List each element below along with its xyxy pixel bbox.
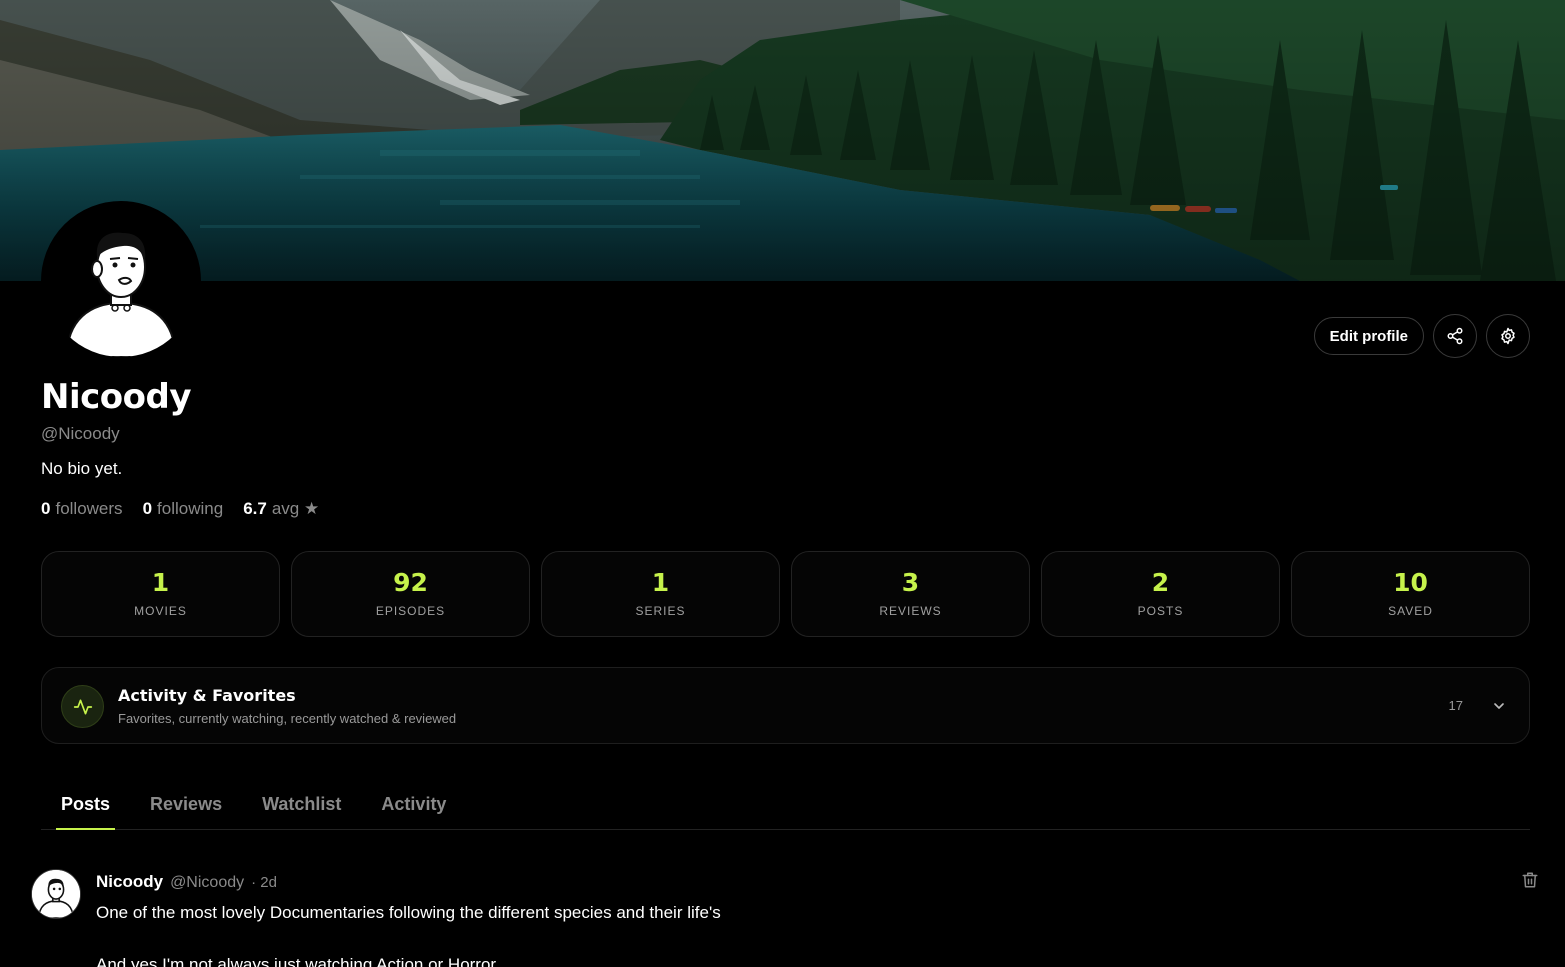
avg-rating-label: avg ★	[271, 499, 320, 518]
stat-card-movies[interactable]: 1 MOVIES	[41, 551, 280, 637]
avg-rating: 6.7 avg ★	[243, 499, 319, 519]
profile-name: Nicoody	[41, 377, 191, 417]
profile-banner	[0, 0, 1565, 281]
profile-tabs: Posts Reviews Watchlist Activity	[41, 780, 1530, 830]
stat-value: 1	[651, 568, 670, 597]
post-author-handle[interactable]: @Nicoody	[170, 874, 244, 892]
stat-label: EPISODES	[375, 604, 446, 618]
stat-card-reviews[interactable]: 3 REVIEWS	[791, 551, 1030, 637]
stat-card-posts[interactable]: 2 POSTS	[1041, 551, 1280, 637]
tab-watchlist[interactable]: Watchlist	[242, 780, 361, 829]
edit-profile-button[interactable]: Edit profile	[1313, 317, 1424, 355]
profile-avatar	[41, 201, 201, 361]
stat-card-series[interactable]: 1 SERIES	[541, 551, 780, 637]
followers-count: 0	[41, 499, 51, 518]
stat-label: SAVED	[1388, 604, 1433, 618]
followers-label: followers	[55, 499, 123, 518]
stat-value: 3	[901, 568, 920, 597]
stat-label: SERIES	[635, 604, 686, 618]
stat-value: 2	[1151, 568, 1170, 597]
activity-count: 17	[1448, 698, 1463, 713]
stat-value: 10	[1393, 568, 1428, 597]
stat-value: 92	[393, 568, 428, 597]
activity-favorites-panel[interactable]: Activity & Favorites Favorites, currentl…	[41, 667, 1530, 744]
stat-label: REVIEWS	[879, 604, 942, 618]
profile-bio: No bio yet.	[41, 459, 123, 478]
tab-reviews[interactable]: Reviews	[130, 780, 242, 829]
stat-label: POSTS	[1137, 604, 1184, 618]
stat-card-episodes[interactable]: 92 EPISODES	[291, 551, 530, 637]
stats-cards: 1 MOVIES 92 EPISODES 1 SERIES 3 REVIEWS …	[41, 551, 1530, 637]
chevron-down-icon[interactable]	[1491, 698, 1507, 719]
gear-icon	[1501, 327, 1515, 345]
stat-label: MOVIES	[134, 604, 187, 618]
stat-value: 1	[151, 568, 170, 597]
tab-posts[interactable]: Posts	[41, 780, 130, 830]
delete-post-button[interactable]	[1521, 870, 1539, 895]
profile-actions: Edit profile	[1313, 314, 1530, 358]
activity-pulse-icon	[61, 685, 104, 728]
tab-activity[interactable]: Activity	[361, 780, 466, 829]
followers-link[interactable]: 0 followers	[41, 499, 123, 519]
following-count: 0	[142, 499, 153, 518]
post-author-name[interactable]: Nicoody	[96, 872, 163, 892]
post-body-line-2: And yes I'm not always just watching Act…	[96, 955, 497, 967]
settings-button[interactable]	[1486, 314, 1530, 358]
activity-subtitle: Favorites, currently watching, recently …	[118, 711, 457, 726]
share-button[interactable]	[1433, 314, 1477, 358]
following-label: following	[157, 499, 224, 518]
profile-handle: @Nicoody	[41, 424, 120, 443]
post-author-avatar[interactable]	[31, 869, 81, 919]
avg-rating-value: 6.7	[243, 499, 267, 518]
follow-stats: 0 followers 0 following 6.7 avg ★	[41, 499, 319, 519]
post-header: Nicoody @Nicoody · 2d	[96, 872, 277, 892]
trash-icon	[1522, 872, 1538, 888]
share-icon	[1447, 327, 1463, 345]
post-body: One of the most lovely Documentaries fol…	[96, 903, 721, 922]
post-timestamp: · 2d	[251, 874, 277, 891]
stat-card-saved[interactable]: 10 SAVED	[1291, 551, 1530, 637]
following-link[interactable]: 0 following	[143, 499, 224, 519]
activity-title: Activity & Favorites	[118, 686, 296, 705]
